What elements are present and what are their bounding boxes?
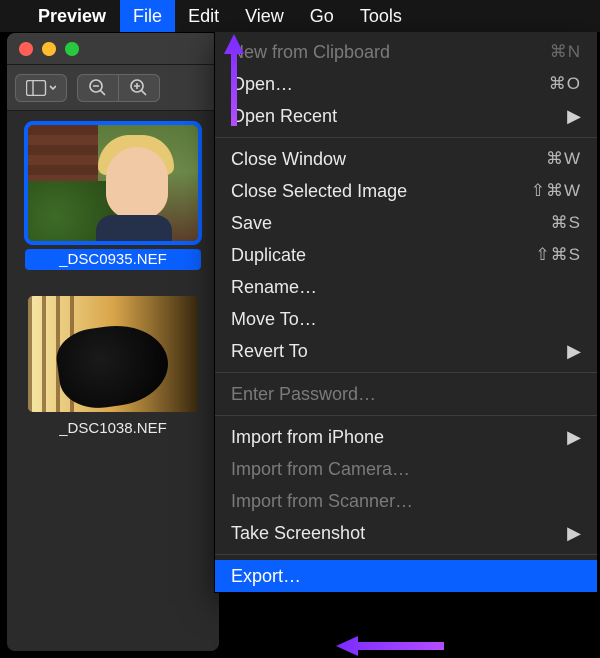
menu-item[interactable]: Import from iPhone▶ xyxy=(215,421,597,453)
sidebar-view-button[interactable] xyxy=(15,74,67,102)
menu-item-label: Move To… xyxy=(231,309,581,330)
menu-item-label: Save xyxy=(231,213,551,234)
menu-item-label: New from Clipboard xyxy=(231,42,550,63)
close-window-button[interactable] xyxy=(19,42,33,56)
menu-edit[interactable]: Edit xyxy=(175,0,232,32)
submenu-arrow-icon: ▶ xyxy=(567,341,581,362)
menu-item-label: Close Window xyxy=(231,149,546,170)
menu-separator xyxy=(215,372,597,373)
menu-item[interactable]: Duplicate⇧⌘S xyxy=(215,239,597,271)
menu-item: New from Clipboard⌘N xyxy=(215,36,597,68)
menu-item-label: Import from Camera… xyxy=(231,459,581,480)
menu-item-shortcut: ⇧⌘W xyxy=(531,181,581,201)
window-controls xyxy=(19,42,79,56)
menu-item-label: Import from Scanner… xyxy=(231,491,581,512)
menu-item[interactable]: Take Screenshot▶ xyxy=(215,517,597,549)
file-menu-dropdown: New from Clipboard⌘NOpen…⌘OOpen Recent▶C… xyxy=(214,32,598,593)
menu-item-label: Open… xyxy=(231,74,549,95)
minimize-window-button[interactable] xyxy=(42,42,56,56)
submenu-arrow-icon: ▶ xyxy=(567,106,581,127)
menu-separator xyxy=(215,415,597,416)
menu-separator xyxy=(215,554,597,555)
menu-item-label: Export… xyxy=(231,566,581,587)
menu-item[interactable]: Move To… xyxy=(215,303,597,335)
menu-item-shortcut: ⌘W xyxy=(546,149,581,169)
app-menu[interactable]: Preview xyxy=(38,0,120,32)
menu-item: Import from Camera… xyxy=(215,453,597,485)
menu-item[interactable]: Revert To▶ xyxy=(215,335,597,367)
menu-item: Import from Scanner… xyxy=(215,485,597,517)
menu-item[interactable]: Open…⌘O xyxy=(215,68,597,100)
menu-item-label: Duplicate xyxy=(231,245,535,266)
thumbnail-filename: _DSC0935.NEF xyxy=(25,249,201,270)
thumbnail-image[interactable] xyxy=(28,296,198,412)
preview-window: _DSC0935.NEF _DSC1038.NEF xyxy=(6,32,220,652)
menu-item[interactable]: Open Recent▶ xyxy=(215,100,597,132)
menu-item-shortcut: ⌘S xyxy=(551,213,581,233)
menu-item-shortcut: ⌘N xyxy=(550,42,581,62)
menu-item-label: Rename… xyxy=(231,277,581,298)
menu-item[interactable]: Close Selected Image⇧⌘W xyxy=(215,175,597,207)
menu-item-label: Enter Password… xyxy=(231,384,581,405)
menu-view[interactable]: View xyxy=(232,0,297,32)
menu-item[interactable]: Rename… xyxy=(215,271,597,303)
menu-separator xyxy=(215,137,597,138)
zoom-controls xyxy=(77,74,160,102)
menu-item-shortcut: ⇧⌘S xyxy=(535,245,581,265)
zoom-in-button[interactable] xyxy=(119,74,160,102)
menu-go[interactable]: Go xyxy=(297,0,347,32)
toolbar xyxy=(7,65,219,111)
thumbnail-item[interactable]: _DSC0935.NEF xyxy=(15,125,211,270)
thumbnail-sidebar[interactable]: _DSC0935.NEF _DSC1038.NEF xyxy=(7,111,219,451)
menu-item-label: Close Selected Image xyxy=(231,181,531,202)
menu-file[interactable]: File xyxy=(120,0,175,32)
titlebar xyxy=(7,33,219,65)
menu-item-label: Revert To xyxy=(231,341,567,362)
menubar: Preview File Edit View Go Tools xyxy=(0,0,600,32)
submenu-arrow-icon: ▶ xyxy=(567,523,581,544)
menu-item-label: Take Screenshot xyxy=(231,523,567,544)
thumbnail-filename: _DSC1038.NEF xyxy=(25,420,201,437)
menu-item[interactable]: Close Window⌘W xyxy=(215,143,597,175)
menu-item-label: Open Recent xyxy=(231,106,567,127)
zoom-out-button[interactable] xyxy=(77,74,119,102)
thumbnail-image[interactable] xyxy=(28,125,198,241)
zoom-window-button[interactable] xyxy=(65,42,79,56)
menu-item: Enter Password… xyxy=(215,378,597,410)
annotation-arrow-left-icon xyxy=(336,635,444,657)
submenu-arrow-icon: ▶ xyxy=(567,427,581,448)
menu-item[interactable]: Export… xyxy=(215,560,597,592)
menu-item-shortcut: ⌘O xyxy=(549,74,581,94)
thumbnail-item[interactable]: _DSC1038.NEF xyxy=(15,296,211,437)
menu-item-label: Import from iPhone xyxy=(231,427,567,448)
menu-item[interactable]: Save⌘S xyxy=(215,207,597,239)
menu-tools[interactable]: Tools xyxy=(347,0,415,32)
